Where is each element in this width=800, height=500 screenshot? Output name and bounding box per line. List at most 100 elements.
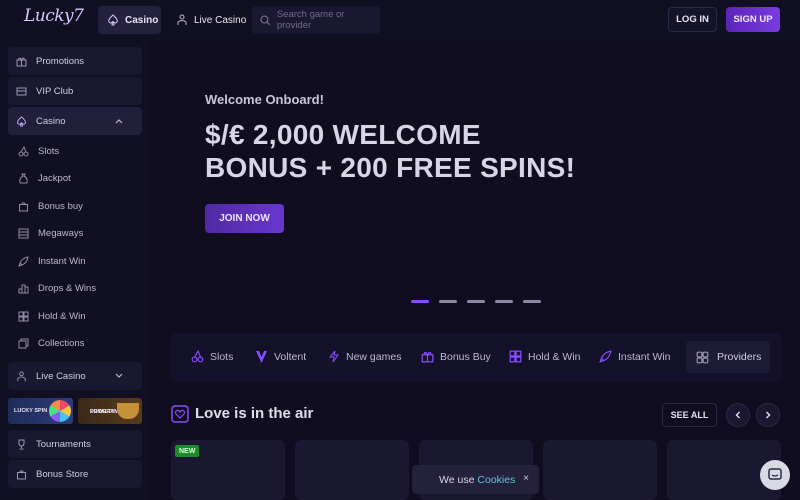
sidebar-item-label: Promotions: [36, 55, 85, 67]
tab-live-casino-label: Live Casino: [194, 14, 247, 26]
lucky7-logo[interactable]: Lucky7: [24, 6, 84, 34]
cherries-icon: [18, 145, 29, 156]
loyalty-label-line2: PROGRAM: [90, 409, 119, 415]
sidebar-subitem-bonus-buy[interactable]: Bonus buy: [8, 193, 142, 219]
search-icon: [260, 14, 271, 25]
sidebar-item-label: Bonus Store: [36, 468, 89, 480]
loyalty-program-card[interactable]: LOYALTY PROGRAM: [78, 398, 142, 424]
category-new-games[interactable]: New games: [328, 350, 401, 363]
hero-title-line2: BONUS + 200 FREE SPINS!: [205, 152, 576, 183]
category-slots[interactable]: Slots: [191, 350, 233, 363]
grid-icon: [696, 351, 709, 363]
category-hold-win[interactable]: Hold & Win: [509, 350, 581, 363]
hero-subtitle: Welcome Onboard!: [205, 92, 324, 107]
sidebar-subitem-label: Collections: [38, 337, 85, 349]
lightning-icon: [328, 350, 339, 363]
chat-icon: [768, 468, 782, 480]
signup-button[interactable]: SIGN UP: [726, 7, 780, 32]
dealer-icon: [17, 370, 26, 381]
hero-title-line1: $/€ 2,000 WELCOME: [205, 119, 481, 150]
sidebar-subitem-drops-wins[interactable]: Drops & Wins: [8, 275, 142, 301]
search-input[interactable]: Search game or provider: [252, 6, 380, 34]
category-instant-win[interactable]: Instant Win: [599, 350, 671, 363]
sidebar-item-promotions[interactable]: Promotions: [8, 47, 142, 75]
heart-icon: [171, 405, 189, 423]
tab-casino[interactable]: Casino: [98, 6, 161, 34]
sidebar-item-label: Casino: [36, 115, 66, 127]
tab-live-casino[interactable]: Live Casino: [170, 6, 248, 34]
sidebar-item-bonus-store[interactable]: Bonus Store: [8, 460, 142, 488]
sidebar-subitem-collections[interactable]: Collections: [8, 330, 142, 356]
lucky-spin-card[interactable]: LUCKY SPIN: [8, 398, 73, 424]
carousel-dot[interactable]: [495, 300, 513, 303]
chevron-down-icon[interactable]: [115, 372, 123, 380]
sidebar-subitem-label: Bonus buy: [38, 200, 83, 212]
join-now-button[interactable]: JOIN NOW: [205, 204, 284, 233]
login-button[interactable]: LOG IN: [668, 7, 717, 32]
gift-icon: [421, 351, 434, 363]
rocket-icon: [18, 255, 29, 267]
shopping-bag-icon: [19, 201, 28, 211]
sidebar-subitem-hold-win[interactable]: Hold & Win: [8, 303, 142, 329]
grid-icon: [18, 311, 29, 321]
dealer-icon: [177, 14, 187, 25]
category-label: Slots: [210, 350, 234, 363]
cookies-link[interactable]: Cookies: [477, 474, 515, 486]
money-bag-icon: [19, 173, 28, 183]
tab-casino-label: Casino: [125, 14, 159, 26]
category-label: Instant Win: [618, 350, 671, 363]
sidebar-subitem-jackpot[interactable]: Jackpot: [8, 165, 142, 191]
sidebar-item-label: Tournaments: [36, 438, 91, 450]
section-title: Love is in the air: [195, 405, 314, 422]
category-label: Hold & Win: [528, 350, 581, 363]
carousel-dots: [411, 300, 541, 303]
prev-button[interactable]: [726, 403, 750, 427]
store-icon: [17, 469, 26, 479]
chevron-up-icon[interactable]: [115, 117, 123, 125]
sidebar-subitem-label: Slots: [38, 145, 60, 157]
top-header: Lucky7 Casino Live Casino Search game or…: [0, 0, 800, 40]
spade-icon: [17, 115, 26, 127]
hero-title: $/€ 2,000 WELCOME BONUS + 200 FREE SPINS…: [205, 118, 625, 184]
category-label: New games: [346, 350, 402, 363]
see-all-button[interactable]: SEE ALL: [662, 403, 717, 427]
sidebar-subitem-megaways[interactable]: Megaways: [8, 220, 142, 246]
gift-icon: [16, 57, 27, 66]
cookie-banner: We use Cookies ×: [412, 465, 539, 494]
carousel-dot[interactable]: [439, 300, 457, 303]
cup-icon: [117, 403, 139, 419]
sidebar-item-label: Live Casino: [36, 370, 86, 382]
sidebar-item-tournaments[interactable]: Tournaments: [8, 430, 142, 458]
sidebar-subitem-slots[interactable]: Slots: [8, 138, 142, 164]
sidebar-item-live-casino[interactable]: Live Casino: [8, 362, 142, 390]
promo-cards: LUCKY SPIN LOYALTY PROGRAM: [8, 398, 142, 424]
carousel-dot[interactable]: [467, 300, 485, 303]
sidebar-subitem-label: Instant Win: [38, 255, 86, 267]
sidebar-item-vip-club[interactable]: VIP Club: [8, 77, 142, 105]
sidebar: Promotions VIP Club Casino Slots Jackpot…: [0, 40, 150, 500]
game-card[interactable]: [295, 440, 409, 500]
category-bonus-buy[interactable]: Bonus Buy: [421, 350, 491, 363]
next-button[interactable]: [756, 403, 780, 427]
search-placeholder: Search game or provider: [276, 9, 345, 31]
chat-button[interactable]: [760, 460, 790, 490]
chevron-left-icon: [735, 411, 740, 419]
category-label: Voltent: [274, 351, 307, 363]
sidebar-subitem-label: Jackpot: [38, 172, 71, 184]
wheel-icon: [49, 400, 71, 422]
sidebar-subitem-label: Drops & Wins: [38, 282, 97, 294]
cherries-icon: [191, 350, 204, 363]
grid-icon: [509, 350, 522, 363]
sidebar-subitem-instant-win[interactable]: Instant Win: [8, 248, 142, 274]
providers-button[interactable]: Providers: [686, 341, 770, 373]
carousel-dot[interactable]: [523, 300, 541, 303]
close-icon[interactable]: ×: [523, 473, 529, 484]
carousel-dot[interactable]: [411, 300, 429, 303]
category-voltent[interactable]: Voltent: [255, 350, 306, 364]
game-card[interactable]: [543, 440, 657, 500]
lucky-spin-label: LUCKY SPIN: [14, 408, 48, 414]
chevron-right-icon: [766, 411, 771, 419]
sidebar-item-casino[interactable]: Casino: [8, 107, 142, 135]
sidebar-item-label: VIP Club: [36, 85, 74, 97]
sidebar-subitem-label: Megaways: [38, 227, 84, 239]
